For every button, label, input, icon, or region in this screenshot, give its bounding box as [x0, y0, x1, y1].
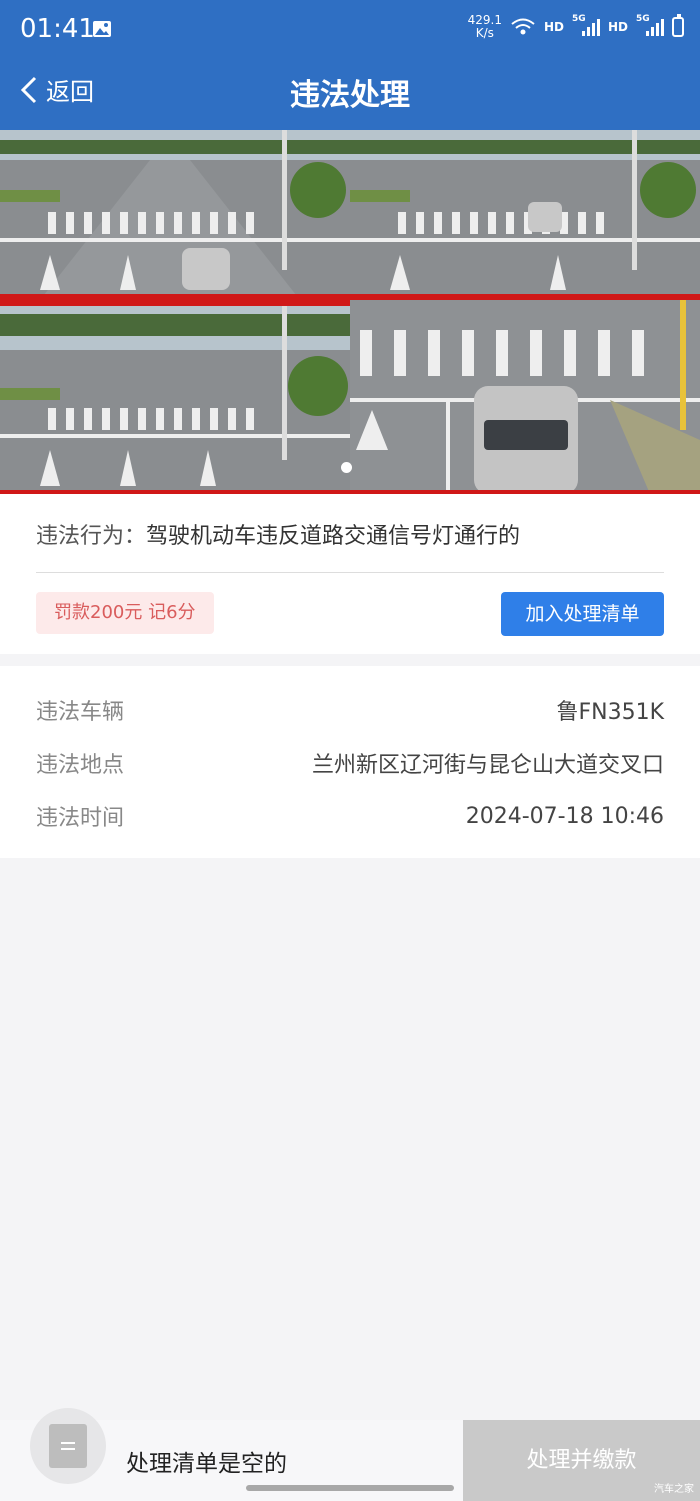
battery-icon — [672, 14, 684, 37]
violation-details: 违法车辆 鲁FN351K 违法地点 兰州新区辽河街与昆仑山大道交叉口 违法时间 … — [0, 666, 700, 858]
evidence-photos[interactable] — [0, 130, 700, 494]
evidence-photo-4[interactable] — [350, 300, 700, 494]
process-list-button[interactable] — [30, 1408, 106, 1484]
violation-behavior: 违法行为：驾驶机动车违反道路交通信号灯通行的 — [36, 524, 521, 549]
wifi-icon — [511, 18, 535, 35]
carousel-indicator-dot[interactable] — [341, 462, 352, 473]
signal-icon: 5G — [572, 14, 600, 36]
list-empty-text: 处理清单是空的 — [126, 1451, 287, 1477]
divider — [36, 572, 664, 573]
detail-row-time: 违法时间 2024-07-18 10:46 — [36, 803, 664, 832]
photo-caption-strip — [0, 300, 350, 306]
fine-badge: 罚款200元 记6分 — [36, 592, 214, 634]
detail-row-location: 违法地点 兰州新区辽河街与昆仑山大道交叉口 — [36, 753, 664, 778]
evidence-photo-2[interactable] — [350, 130, 700, 300]
list-icon — [49, 1424, 87, 1468]
gallery-icon — [93, 21, 111, 37]
watermark: 汽车之家 — [654, 1484, 694, 1495]
add-to-list-button[interactable]: 加入处理清单 — [501, 592, 664, 636]
status-time: 01:41 — [20, 14, 95, 44]
evidence-photo-3[interactable] — [0, 300, 350, 494]
violation-card: 违法行为：驾驶机动车违反道路交通信号灯通行的 罚款200元 记6分 加入处理清单 — [0, 494, 700, 654]
status-icons: 429.1 K/s HD 5G HD 5G — [468, 14, 684, 40]
home-indicator[interactable] — [246, 1485, 454, 1491]
page-title: 违法处理 — [290, 78, 410, 113]
status-bar: 01:41 429.1 K/s HD 5G HD 5G — [0, 0, 700, 60]
detail-row-vehicle: 违法车辆 鲁FN351K — [36, 700, 664, 725]
signal-icon: 5G — [636, 14, 664, 36]
app-header: 01:41 429.1 K/s HD 5G HD 5G 返回 违法处理 — [0, 0, 700, 130]
hd-indicator: HD — [607, 20, 628, 34]
hd-indicator: HD — [543, 20, 564, 34]
evidence-photo-1[interactable] — [0, 130, 350, 300]
network-speed: 429.1 K/s — [467, 13, 502, 40]
